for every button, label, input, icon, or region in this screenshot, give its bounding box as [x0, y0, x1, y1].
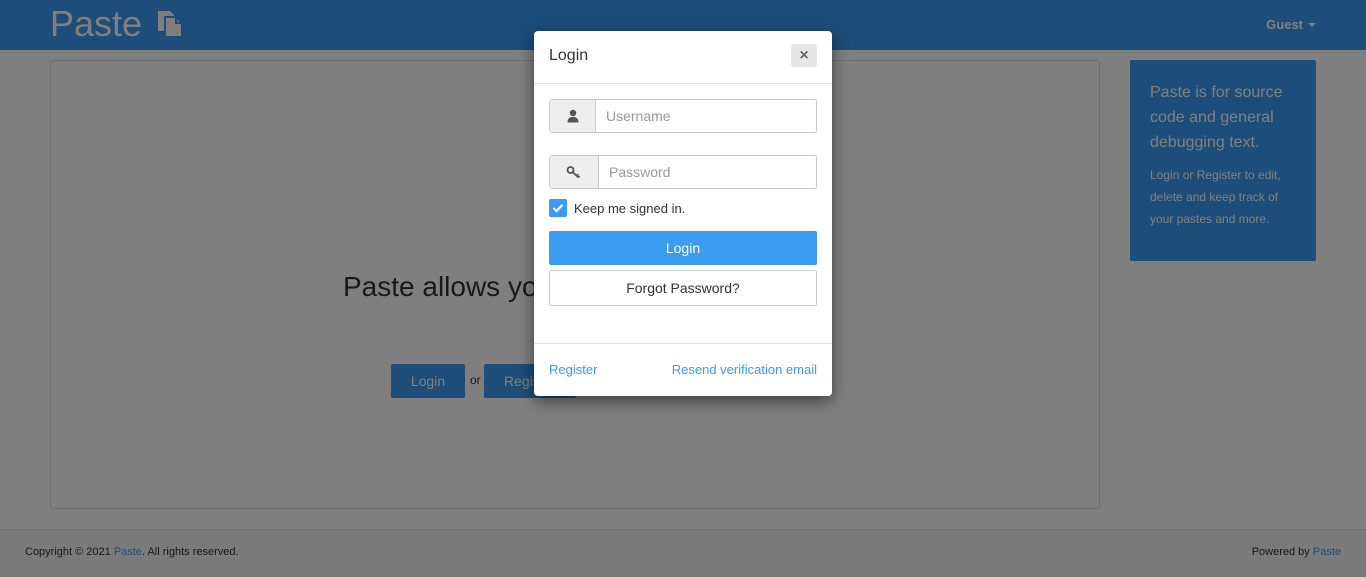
- modal-header: Login ×: [534, 31, 832, 84]
- login-modal: Login × Keep me signed in.: [534, 31, 832, 396]
- remember-label: Keep me signed in.: [574, 200, 686, 216]
- password-input[interactable]: [599, 156, 816, 188]
- close-button[interactable]: ×: [791, 44, 817, 67]
- user-icon: [550, 100, 596, 132]
- password-group: [549, 155, 817, 189]
- username-group: [549, 99, 817, 133]
- remember-me[interactable]: Keep me signed in.: [549, 199, 685, 217]
- close-icon: ×: [799, 46, 809, 64]
- check-icon: [552, 204, 564, 213]
- register-link[interactable]: Register: [549, 362, 597, 377]
- forgot-password-button[interactable]: Forgot Password?: [549, 270, 817, 306]
- modal-footer: Register Resend verification email: [534, 343, 832, 396]
- remember-checkbox[interactable]: [549, 199, 567, 217]
- login-button[interactable]: Login: [549, 231, 817, 265]
- username-input[interactable]: [596, 100, 816, 132]
- resend-verification-link[interactable]: Resend verification email: [672, 362, 817, 377]
- key-icon: [550, 156, 599, 188]
- modal-title: Login: [549, 47, 589, 64]
